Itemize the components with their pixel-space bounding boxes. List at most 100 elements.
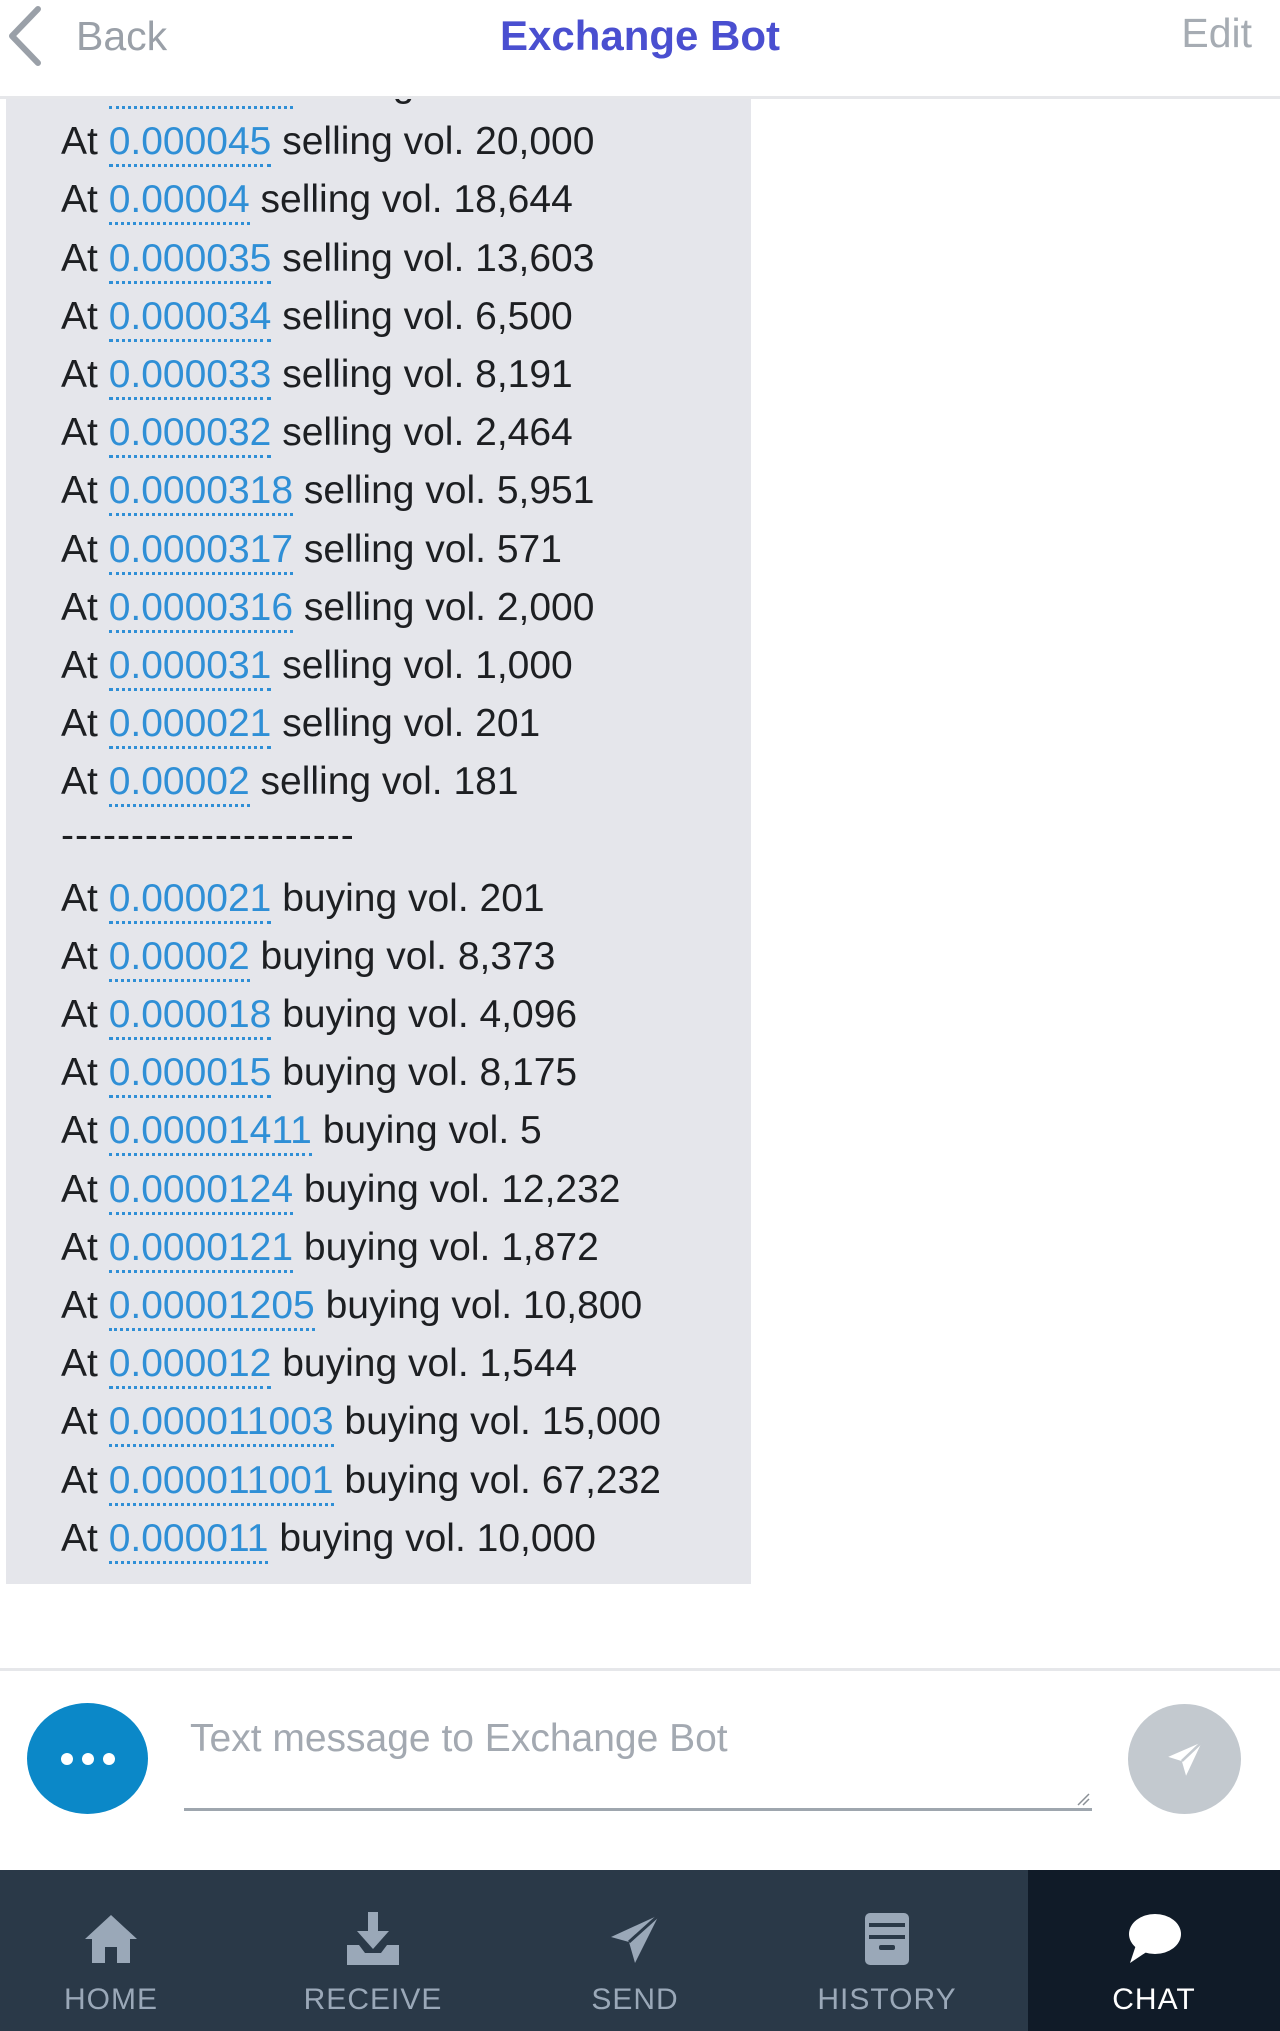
order-volume: 6,500 [475,294,573,338]
nav-receive[interactable]: RECEIVE [222,1870,524,2031]
price-link[interactable]: 0.00001411 [108,1109,312,1157]
price-link[interactable]: 0.000031 [108,643,272,691]
order-prefix: At [61,1516,98,1560]
order-side-label: selling vol. [303,469,486,513]
more-options-button[interactable] [27,1703,148,1814]
order-prefix: At [61,294,98,338]
order-line: At 0.000031 selling vol. 1,000 [61,637,751,695]
message-input[interactable] [184,1709,1092,1808]
price-link[interactable]: 0.0000317 [108,527,294,575]
order-side-label: buying vol. [344,1458,531,1502]
nav-send[interactable]: SEND [524,1870,746,2031]
order-volume: 10,000 [476,1516,596,1560]
price-link[interactable]: 0.000012 [108,1342,272,1390]
price-link[interactable]: 0.000045 [108,120,272,168]
order-line: At 0.00001205 buying vol. 10,800 [61,1277,751,1335]
price-link[interactable]: 0.0000316 [108,585,294,633]
price-link[interactable]: 0.00004 [108,178,250,226]
order-volume: 15,000 [541,1400,661,1444]
order-prefix: At [61,411,98,455]
resize-grip-icon[interactable] [1076,1792,1090,1806]
order-line: At 0.0000316 selling vol. 2,000 [61,579,751,637]
order-line: At 0.0000317 selling vol. 571 [61,521,751,579]
order-line: At 0.000021 selling vol. 201 [61,695,751,753]
nav-history[interactable]: HISTORY [746,1870,1028,2031]
order-volume: 20,000 [475,120,595,164]
order-side-label: buying vol. [260,934,447,978]
price-link[interactable]: 0.000015 [108,1051,272,1099]
message-list[interactable]: At 0.0000454 selling vol. 3 At 0.000045 … [0,99,1280,1669]
download-tray-icon [347,1912,399,1965]
price-link[interactable]: 0.000034 [108,294,272,342]
order-prefix: At [61,993,98,1036]
order-side-label: selling vol. [303,527,486,571]
edit-button[interactable]: Edit [1181,10,1252,57]
order-prefix: At [61,527,98,571]
buy-orders: At 0.000021 buying vol. 201 At 0.00002 bu… [61,870,751,1568]
price-link[interactable]: 0.00002 [108,760,250,808]
price-link[interactable]: 0.000035 [108,236,272,284]
order-prefix: At [61,178,98,222]
send-message-button[interactable] [1128,1704,1241,1814]
price-link[interactable]: 0.000021 [108,702,272,750]
archive-box-icon [865,1913,909,1965]
order-line: At 0.00002 selling vol. 181 [61,753,751,811]
top-bar: Back Exchange Bot Edit [0,0,1280,99]
price-link[interactable]: 0.000032 [108,411,272,459]
chat-bubble-icon [1129,1914,1181,1963]
home-icon [85,1915,137,1963]
price-link[interactable]: 0.000033 [108,352,272,400]
order-side-label: selling vol. [260,760,443,804]
order-prefix: At [61,760,98,804]
order-line: At 0.00001411 buying vol. 5 [61,1102,751,1160]
message-input-wrapper [184,1709,1092,1811]
price-link[interactable]: 0.0000124 [108,1167,294,1215]
order-side-label: selling vol. [260,178,443,222]
order-volume: 8,373 [457,934,556,978]
nav-label: HOME [64,1983,158,2016]
order-prefix: At [61,1225,98,1269]
order-volume: 4,096 [479,993,578,1036]
order-line: At 0.0000124 buying vol. 12,232 [61,1161,751,1219]
order-side-label: buying vol. [282,993,469,1036]
order-prefix: At [61,585,98,629]
price-link[interactable]: 0.000021 [108,876,272,924]
price-link[interactable]: 0.000011003 [108,1400,334,1448]
price-link[interactable]: 0.00001205 [108,1283,315,1331]
order-prefix: At [61,1458,98,1502]
price-link[interactable]: 0.0000454 [108,99,294,109]
nav-home[interactable]: HOME [0,1870,222,2031]
order-line: At 0.0000318 selling vol. 5,951 [61,462,751,520]
order-volume: 12,232 [501,1167,621,1211]
price-link[interactable]: 0.000011001 [108,1458,334,1506]
dot-icon [102,1752,115,1765]
order-line: At 0.000011001 buying vol. 67,232 [61,1452,751,1510]
bot-message-bubble: At 0.0000454 selling vol. 3 At 0.000045 … [6,99,751,1584]
nav-label: CHAT [1112,1983,1196,2016]
order-side-label: selling vol. [282,643,465,687]
nav-label: RECEIVE [303,1983,443,2016]
order-volume: 181 [453,760,519,804]
order-prefix: At [61,702,98,746]
price-link[interactable]: 0.0000318 [108,469,294,517]
order-volume: 10,800 [522,1283,643,1327]
order-side-label: selling vol. [282,236,465,280]
order-side-label: buying vol. [282,876,469,920]
price-link[interactable]: 0.000011 [108,1516,269,1564]
order-prefix: At [61,876,98,920]
price-link[interactable]: 0.000018 [108,993,272,1040]
price-link[interactable]: 0.0000121 [108,1225,294,1273]
order-side-label: buying vol. [344,1400,531,1444]
order-line: At 0.00004 selling vol. 18,644 [61,171,751,229]
order-line: At 0.000035 selling vol. 13,603 [61,230,751,288]
order-line: At 0.000011003 buying vol. 15,000 [61,1393,751,1451]
order-side-label: buying vol. [279,1516,466,1560]
bottom-nav: HOME RECEIVE SEND HISTORY CHAT [0,1870,1280,2031]
order-line: At 0.000021 buying vol. 201 [61,870,751,928]
nav-chat[interactable]: CHAT [1028,1870,1280,2031]
price-link[interactable]: 0.00002 [108,934,250,982]
order-side-label: selling vol. [282,411,465,455]
order-side-label: selling vol. [282,294,465,338]
order-line-partial: At 0.0000454 selling vol. 3 [61,99,751,113]
order-volume: 2,000 [496,585,595,629]
